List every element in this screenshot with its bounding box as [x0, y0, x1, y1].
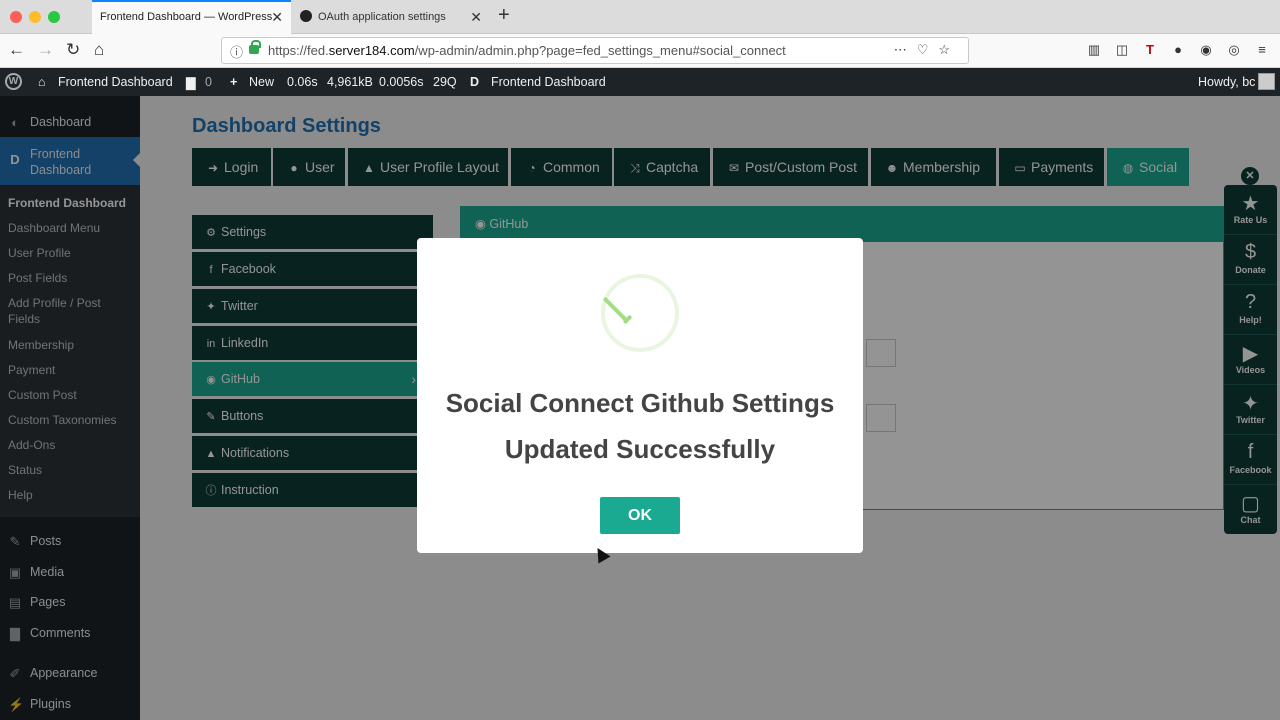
url-text: https://fed.server184.com/wp-admin/admin… — [268, 43, 786, 58]
dialog-message: Social Connect Github Settings Updated S… — [417, 380, 863, 472]
adminbar-stat-mem[interactable]: 4,961kB — [327, 75, 373, 89]
browser-nav-bar: ← → ↻ ⌂ ⓘ https://fed.server184.com/wp-a… — [0, 34, 1280, 68]
comment-icon: ▇ — [186, 76, 196, 90]
adminbar-stat-time[interactable]: 0.06s — [287, 75, 318, 89]
adminbar-new[interactable]: New — [249, 75, 274, 89]
pocket-icon[interactable]: ♡ — [917, 42, 939, 57]
browser-tab-title: Frontend Dashboard — WordPress — [100, 11, 273, 23]
wp-admin-bar: W ⌂ Frontend Dashboard ▇ 0 + New 0.06s 4… — [0, 68, 1280, 96]
wordpress-icon[interactable]: W — [5, 73, 22, 90]
forward-icon[interactable]: → — [37, 40, 54, 60]
ok-button[interactable]: OK — [600, 497, 680, 534]
window-minimize-button[interactable] — [29, 11, 41, 23]
adminbar-comments-count[interactable]: 0 — [205, 75, 212, 89]
close-icon[interactable]: ✕ — [271, 2, 283, 33]
info-icon[interactable]: ⓘ — [230, 42, 243, 61]
browser-tab-bar: Frontend Dashboard — WordPress ✕ OAuth a… — [0, 0, 1280, 34]
adminbar-site-name[interactable]: Frontend Dashboard — [58, 75, 173, 89]
back-icon[interactable]: ← — [8, 40, 25, 60]
dialog-message-line: Social Connect Github Settings — [445, 388, 835, 418]
adminbar-stat-queries[interactable]: 29Q — [433, 75, 457, 89]
menu-icon[interactable]: ≡ — [1248, 42, 1276, 57]
close-icon[interactable]: ✕ — [470, 0, 482, 34]
home-icon: ⌂ — [38, 75, 46, 89]
more-icon[interactable]: ⋯ — [894, 42, 917, 57]
plus-icon: + — [230, 75, 238, 89]
github-icon — [300, 10, 312, 22]
reload-icon[interactable]: ↻ — [66, 40, 80, 60]
window-maximize-button[interactable] — [48, 11, 60, 23]
success-dialog: Social Connect Github Settings Updated S… — [417, 238, 863, 553]
star-icon[interactable]: ☆ — [938, 42, 960, 57]
window-close-button[interactable] — [10, 11, 22, 23]
url-bar[interactable]: ⓘ https://fed.server184.com/wp-admin/adm… — [221, 37, 969, 64]
lock-icon — [249, 40, 261, 54]
browser-tab-active[interactable]: Frontend Dashboard — WordPress ✕ — [92, 0, 291, 34]
sidebar-icon[interactable]: ◫ — [1108, 42, 1136, 58]
browser-tab-inactive[interactable]: OAuth application settings ✕ — [292, 0, 490, 34]
url-actions: ⋯♡☆ — [894, 42, 960, 58]
adminbar-howdy[interactable]: Howdy, bc — [1198, 75, 1255, 89]
adminbar-plugin-name[interactable]: Frontend Dashboard — [491, 75, 606, 89]
home-icon[interactable]: ⌂ — [94, 40, 104, 60]
dialog-message-line: Updated Successfully — [504, 434, 776, 464]
adminbar-stat-db[interactable]: 0.0056s — [379, 75, 423, 89]
browser-toolbar: ▥ ◫ T ● ◉ ◎ ≡ — [1080, 42, 1276, 58]
account-icon[interactable]: ◎ — [1220, 42, 1248, 58]
extension-t-icon[interactable]: T — [1136, 42, 1164, 57]
extension-circle-icon[interactable]: ● — [1164, 42, 1192, 57]
avatar[interactable] — [1258, 73, 1275, 90]
new-tab-icon[interactable]: + — [498, 4, 510, 27]
frontend-dashboard-icon: D — [470, 75, 480, 89]
extension-dots-icon[interactable]: ◉ — [1192, 42, 1220, 58]
browser-tab-title: OAuth application settings — [318, 11, 446, 23]
success-check-icon — [601, 274, 679, 352]
library-icon[interactable]: ▥ — [1080, 42, 1108, 58]
